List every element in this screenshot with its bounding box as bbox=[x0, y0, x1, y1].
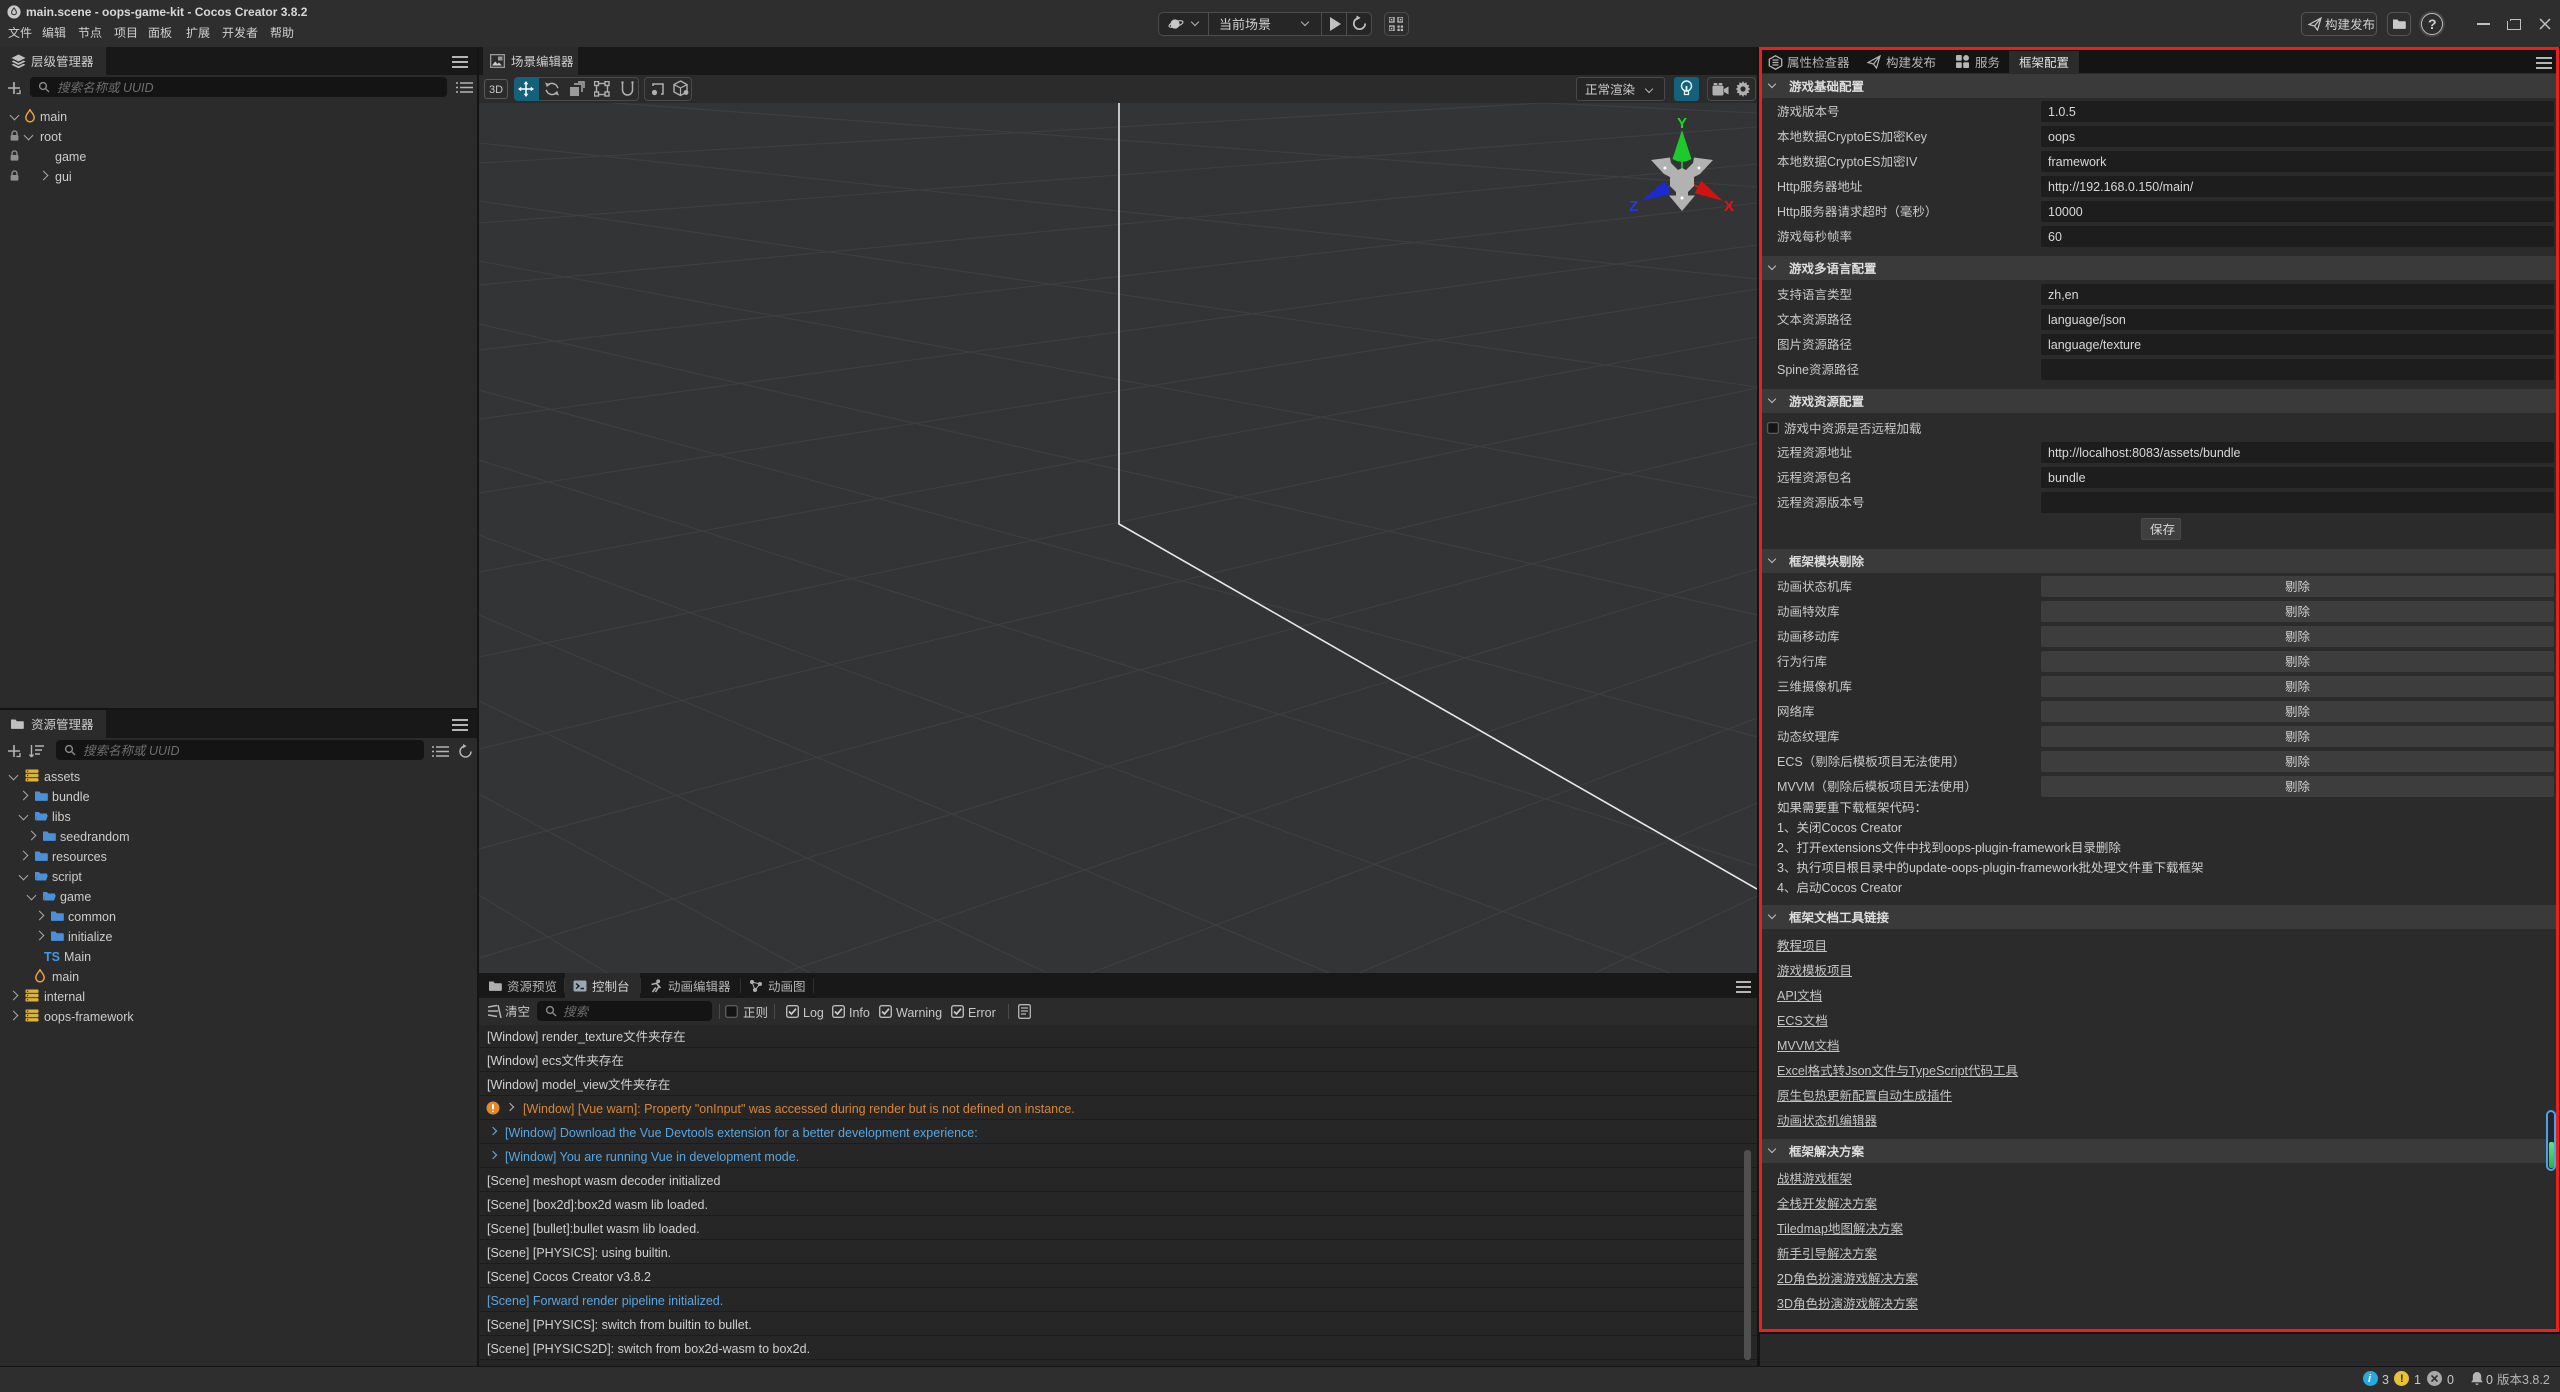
svg-text:Z: Z bbox=[1629, 198, 1638, 215]
svg-text:X: X bbox=[1724, 198, 1734, 215]
svg-text:Y: Y bbox=[1677, 115, 1687, 132]
